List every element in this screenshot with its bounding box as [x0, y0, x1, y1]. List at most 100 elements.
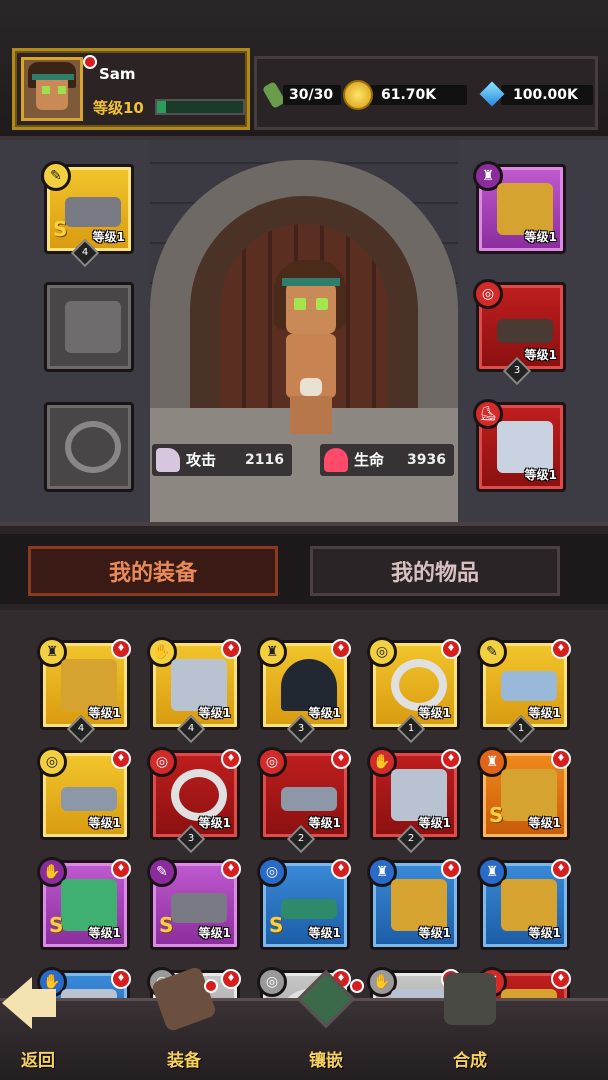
gun-icon [65, 197, 121, 227]
xp-bar-fill [157, 101, 166, 113]
slot-level: 等级1 [308, 926, 341, 940]
attack-value: 2116 [245, 452, 284, 468]
pistol-icon [501, 671, 557, 701]
new-item-badge: ♦ [331, 749, 351, 769]
inventory-slot[interactable]: ✎ ♦ S 等级1 [147, 857, 241, 950]
inventory-slot[interactable]: ◎ ♦ 等级1 [37, 747, 131, 840]
slot-level: 等级1 [418, 926, 451, 940]
new-item-badge: ♦ [551, 859, 571, 879]
equipped-boots-slot[interactable]: ⛸ 等级1 [473, 399, 566, 492]
tab-my-equipment[interactable]: 我的装备 [28, 546, 278, 596]
inventory-slot[interactable]: ◎ ♦ 等级1 2 [257, 747, 351, 854]
inventory-slot[interactable]: ✎ ♦ 等级1 1 [477, 637, 571, 744]
inventory-slot[interactable]: ♜ ♦ 等级1 [477, 857, 571, 950]
player-profile[interactable]: Sam 等级10 [12, 48, 250, 130]
tab-my-items[interactable]: 我的物品 [310, 546, 560, 596]
slot-level: 等级1 [524, 348, 557, 362]
gun-icon [171, 893, 227, 923]
merge-nav-button[interactable]: 合成 [420, 973, 520, 1080]
hero-character[interactable] [260, 260, 360, 435]
slot-level: 等级1 [198, 706, 231, 720]
inlay-label: 镶嵌 [309, 1051, 343, 1071]
top-bar: Sam 等级10 30/30 61.70K 100.00K [0, 0, 608, 140]
ring-type-icon: ◎ [367, 637, 397, 667]
back-arrow-icon [2, 977, 32, 1029]
gun-type-icon: ✎ [147, 857, 177, 887]
new-item-badge: ♦ [111, 749, 131, 769]
inventory-slot[interactable]: ♜ ♦ S 等级1 [477, 747, 571, 840]
gold-value: 61.70K [367, 85, 467, 105]
slot-level: 等级1 [92, 230, 125, 244]
ring-type-icon: ◎ [147, 747, 177, 777]
belt-icon [281, 787, 337, 811]
player-avatar[interactable] [21, 57, 83, 121]
equip-nav-button[interactable]: 装备 [134, 965, 234, 1080]
belt-type-icon: ◎ [257, 747, 287, 777]
inventory-slot[interactable]: ✋ ♦ 等级1 2 [367, 747, 461, 854]
equipped-belt-slot[interactable]: ◎ 等级1 3 [473, 279, 566, 386]
inlay-notification-dot [350, 979, 364, 993]
belt-type-icon: ◎ [473, 279, 503, 309]
slot-level: 等级1 [198, 816, 231, 830]
new-item-badge: ♦ [221, 969, 241, 989]
new-item-badge: ♦ [331, 639, 351, 659]
glove-placeholder-icon [65, 301, 121, 353]
profile-notification-dot [83, 55, 97, 69]
equip-notification-dot [204, 979, 218, 993]
inventory-slot[interactable]: ◎ ♦ S 等级1 [257, 857, 351, 950]
s-rank-icon: S [53, 217, 68, 241]
hood-type-icon: ♜ [257, 637, 287, 667]
ring-placeholder-icon [65, 421, 121, 473]
equipped-glove-slot[interactable] [44, 282, 134, 372]
inventory-slot[interactable]: ◎ ♦ 等级1 1 [367, 637, 461, 744]
new-item-badge: ♦ [111, 859, 131, 879]
new-item-badge: ♦ [441, 859, 461, 879]
inventory-slot[interactable]: ✋ ♦ 等级1 4 [147, 637, 241, 744]
equipped-armor-slot[interactable]: ♜ 等级1 [473, 161, 566, 254]
inventory-slot[interactable]: ♜ ♦ 等级1 [367, 857, 461, 950]
inventory-grid[interactable]: ♜ ♦ 等级1 4 ✋ ♦ 等级1 4 ♜ ♦ 等级1 3 ◎ ♦ 等级1 1 ✎ ♦ 等级1 1 ◎ ♦ 等级1 ◎ ♦ 等级1… [0, 610, 608, 1000]
player-level: 等级10 [93, 99, 144, 117]
merge-label: 合成 [453, 1051, 487, 1071]
belt-type-icon: ◎ [37, 747, 67, 777]
slot-level: 等级1 [88, 816, 121, 830]
back-label: 返回 [21, 1051, 55, 1071]
bracelet-icon [281, 899, 337, 919]
slot-level: 等级1 [524, 468, 557, 482]
inventory-tabs: 我的装备 我的物品 [0, 534, 608, 604]
s-rank-icon: S [269, 913, 284, 937]
belt-icon [497, 319, 553, 343]
equipped-ring-slot[interactable] [44, 402, 134, 492]
s-rank-icon: S [49, 913, 64, 937]
inventory-slot[interactable]: ◎ ♦ 等级1 3 [147, 747, 241, 854]
attack-stat: 攻击 2116 [152, 444, 292, 476]
heart-icon [324, 448, 348, 472]
slot-level: 等级1 [528, 816, 561, 830]
new-item-badge: ♦ [551, 639, 571, 659]
player-name: Sam [99, 65, 136, 83]
new-item-badge: ♦ [441, 639, 461, 659]
slot-level: 等级1 [524, 230, 557, 244]
slot-level: 等级1 [88, 706, 121, 720]
inlay-nav-button[interactable]: 镶嵌 [276, 969, 376, 1080]
new-item-badge: ♦ [441, 749, 461, 769]
inventory-slot[interactable]: ✋ ♦ S 等级1 [37, 857, 131, 950]
hp-label: 生命 [354, 451, 385, 469]
inventory-slot[interactable]: ♜ ♦ 等级1 3 [257, 637, 351, 744]
weapon-type-icon: ✎ [41, 161, 71, 191]
gem-value: 100.00K [501, 85, 593, 105]
new-item-badge: ♦ [221, 859, 241, 879]
fist-icon [156, 448, 180, 472]
s-rank-icon: S [489, 803, 504, 827]
gold-coin-icon [343, 80, 373, 110]
new-item-badge: ♦ [221, 639, 241, 659]
belt-icon [61, 787, 117, 811]
resource-panel: 30/30 61.70K 100.00K [254, 56, 598, 130]
inventory-slot[interactable]: ♜ ♦ 等级1 4 [37, 637, 131, 744]
wrench-icon [444, 973, 496, 1025]
bottom-nav: 返回 装备 镶嵌 合成 [0, 965, 608, 1080]
new-item-badge: ♦ [221, 749, 241, 769]
back-button[interactable]: 返回 [0, 977, 88, 1080]
slot-level: 等级1 [418, 706, 451, 720]
equipped-weapon-slot[interactable]: ✎ S 等级1 4 [41, 161, 134, 268]
